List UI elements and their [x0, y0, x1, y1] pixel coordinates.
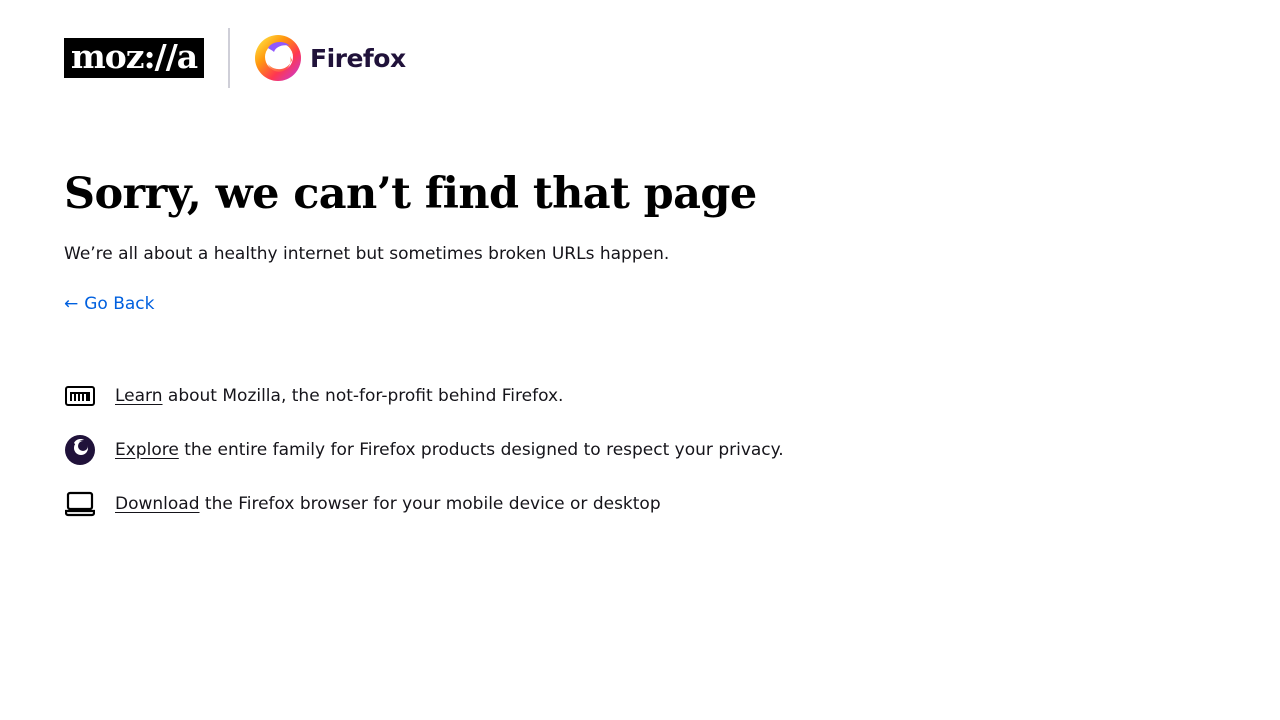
arrow-left-icon: ←: [64, 294, 79, 314]
info-text-body: the Firefox browser for your mobile devi…: [199, 494, 661, 514]
laptop-icon: [64, 488, 96, 520]
firefox-logo-icon: [254, 34, 302, 82]
firefox-browser-icon: [64, 434, 96, 466]
info-text: Explore the entire family for Firefox pr…: [115, 438, 784, 462]
mozilla-m-icon: [64, 380, 96, 412]
info-text: Download the Firefox browser for your mo…: [115, 492, 661, 516]
list-item: Download the Firefox browser for your mo…: [64, 488, 784, 520]
logo-divider: [228, 28, 230, 88]
info-list: Learn about Mozilla, the not-for-profit …: [64, 380, 784, 542]
go-back-label: Go Back: [84, 294, 155, 314]
info-text-body: the entire family for Firefox products d…: [178, 440, 784, 460]
list-item: Learn about Mozilla, the not-for-profit …: [64, 380, 784, 412]
firefox-logo[interactable]: Firefox: [254, 34, 406, 82]
list-item: Explore the entire family for Firefox pr…: [64, 434, 784, 466]
error-page: moz://a Firefox Sorry, we can’t find tha…: [0, 0, 1280, 720]
page-subtitle: We’re all about a healthy internet but s…: [64, 244, 670, 264]
explore-link[interactable]: Explore: [115, 440, 179, 460]
mozilla-logo[interactable]: moz://a: [64, 37, 204, 78]
info-text: Learn about Mozilla, the not-for-profit …: [115, 384, 563, 408]
go-back-link[interactable]: ← Go Back: [64, 292, 155, 316]
download-link[interactable]: Download: [115, 494, 200, 514]
firefox-wordmark: Firefox: [310, 43, 406, 73]
page-title: Sorry, we can’t find that page: [64, 169, 757, 219]
header-logos: moz://a Firefox: [64, 28, 406, 88]
learn-link[interactable]: Learn: [115, 386, 163, 406]
info-text-body: about Mozilla, the not-for-profit behind…: [162, 386, 564, 406]
